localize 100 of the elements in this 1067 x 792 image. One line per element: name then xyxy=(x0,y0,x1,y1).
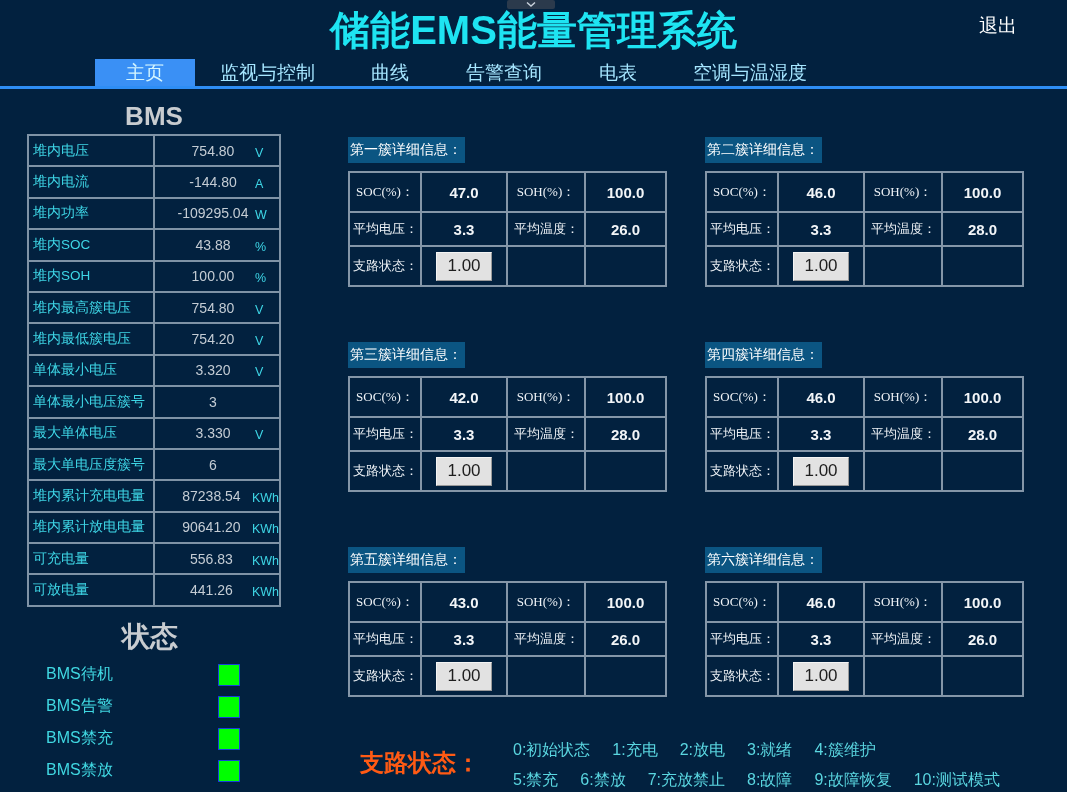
unit-text: V xyxy=(255,145,264,160)
unit-text: V xyxy=(255,334,264,349)
value-text: 43.88 xyxy=(194,236,232,253)
table-cell: 堆内电流 xyxy=(28,166,154,198)
table-cell: 平均电压： xyxy=(706,417,778,451)
table-cell: 3.3 xyxy=(778,212,864,246)
table-cell: SOC(%)： xyxy=(706,582,778,622)
nav-tab[interactable]: 告警查询 xyxy=(454,59,554,86)
table-cell: 平均温度： xyxy=(864,212,942,246)
table-cell: 支路状态： xyxy=(349,451,421,491)
unit-text: KWh xyxy=(251,553,279,568)
table-cell: 堆内最低簇电压 xyxy=(28,323,154,355)
unit-text: % xyxy=(255,239,267,254)
branch-status-button[interactable]: 1.00 xyxy=(793,661,849,691)
table-cell: 3.3 xyxy=(421,417,507,451)
table-cell: 100.0 xyxy=(585,582,666,622)
table-cell: 堆内SOC xyxy=(28,229,154,261)
table-cell: 平均温度： xyxy=(507,622,585,656)
unit-text: V xyxy=(255,302,264,317)
table-cell: 28.0 xyxy=(942,417,1023,451)
table-cell: 平均电压： xyxy=(349,622,421,656)
value-text: 441.26 xyxy=(189,582,234,599)
value-text: 754.80 xyxy=(190,299,236,316)
chevron-down-icon[interactable] xyxy=(507,0,555,9)
value-text: 100.00 xyxy=(190,268,236,285)
table-cell: SOH(%)： xyxy=(864,582,942,622)
table-cell: 平均温度： xyxy=(864,622,942,656)
status-label: BMS待机 xyxy=(46,664,114,685)
section-title: BMS xyxy=(124,101,184,131)
section-title: 状态 xyxy=(120,619,179,654)
table-cell: 26.0 xyxy=(585,622,666,656)
unit-text: KWh xyxy=(251,491,279,505)
table-cell: 46.0 xyxy=(778,377,864,417)
cluster-title: 第一簇详细信息： xyxy=(348,137,465,163)
table-cell: SOC(%)： xyxy=(706,172,778,212)
cluster-title: 第五簇详细信息： xyxy=(348,547,465,573)
table-cell: 单体最小电压簇号 xyxy=(28,386,154,418)
table-cell: 平均电压： xyxy=(706,212,778,246)
cluster-title: 第三簇详细信息： xyxy=(348,342,465,368)
branch-status-button[interactable]: 1.00 xyxy=(793,251,849,281)
table-cell: 46.0 xyxy=(778,582,864,622)
table-cell: 堆内累计充电电量 xyxy=(28,480,154,512)
status-label: BMS禁放 xyxy=(46,760,114,781)
unit-text: W xyxy=(255,208,267,223)
value-text: -109295.04 xyxy=(176,205,250,222)
table-cell: 堆内SOH xyxy=(28,260,154,292)
legend-item: 6:禁放 xyxy=(580,769,626,790)
logout-link[interactable]: 退出 xyxy=(979,14,1017,38)
value-text: 87238.54 xyxy=(181,488,242,504)
table-cell: 平均电压： xyxy=(349,417,421,451)
branch-status-button[interactable]: 1.00 xyxy=(436,251,492,281)
legend-title: 支路状态： xyxy=(360,748,481,778)
table-cell: 支路状态： xyxy=(706,656,778,696)
table-cell: 3.3 xyxy=(421,622,507,656)
value-text: 556.83 xyxy=(189,550,234,567)
table-cell: 47.0 xyxy=(421,172,507,212)
cluster-title: 第四簇详细信息： xyxy=(705,342,822,368)
unit-text: A xyxy=(255,177,264,192)
table-cell: SOH(%)： xyxy=(864,172,942,212)
nav-tab[interactable]: 空调与温湿度 xyxy=(682,59,818,86)
branch-status-button[interactable]: 1.00 xyxy=(436,661,492,691)
table-cell: 支路状态： xyxy=(706,246,778,286)
branch-status-button[interactable]: 1.00 xyxy=(793,456,849,486)
table-cell: 平均电压： xyxy=(706,622,778,656)
table-cell: SOC(%)： xyxy=(349,377,421,417)
legend-item: 10:测试模式 xyxy=(913,769,1000,790)
unit-text: KWh xyxy=(251,522,279,537)
legend-item: 5:禁充 xyxy=(513,769,559,790)
table-cell: 平均温度： xyxy=(507,212,585,246)
table-cell: 100.0 xyxy=(942,172,1023,212)
nav-tab[interactable]: 电表 xyxy=(568,59,668,86)
table-cell: 100.0 xyxy=(585,377,666,417)
nav-tab[interactable]: 曲线 xyxy=(340,59,440,86)
value-text: 3 xyxy=(208,393,218,410)
legend-item: 2:放电 xyxy=(679,739,726,760)
table-cell: SOH(%)： xyxy=(507,377,585,417)
table-cell: 平均电压： xyxy=(349,212,421,246)
table-cell: 100.0 xyxy=(942,582,1023,622)
table-cell: 平均温度： xyxy=(507,417,585,451)
value-text: 754.20 xyxy=(190,331,236,348)
table-cell: 支路状态： xyxy=(349,246,421,286)
value-text: -144.80 xyxy=(188,174,238,191)
status-label: BMS禁充 xyxy=(46,728,114,749)
branch-status-button[interactable]: 1.00 xyxy=(436,456,492,486)
nav-tab[interactable]: 监视与控制 xyxy=(209,59,326,86)
table-cell: 最大单电压度簇号 xyxy=(28,448,154,481)
table-cell: 28.0 xyxy=(585,417,666,451)
table-cell: 最大单体电压 xyxy=(28,417,154,449)
value-text: 3.320 xyxy=(194,362,232,379)
table-cell: 26.0 xyxy=(585,212,666,246)
table-cell: 43.0 xyxy=(421,582,507,622)
table-cell: 平均温度： xyxy=(864,417,942,451)
table-cell: 支路状态： xyxy=(706,451,778,491)
status-label: BMS告警 xyxy=(46,696,114,717)
table-cell: SOH(%)： xyxy=(507,582,585,622)
legend-item: 3:就绪 xyxy=(747,739,793,760)
table-cell: 42.0 xyxy=(421,377,507,417)
table-cell: SOC(%)： xyxy=(706,377,778,417)
value-text: 754.80 xyxy=(190,142,236,159)
app-title: 储能EMS能量管理系统 xyxy=(330,10,737,50)
